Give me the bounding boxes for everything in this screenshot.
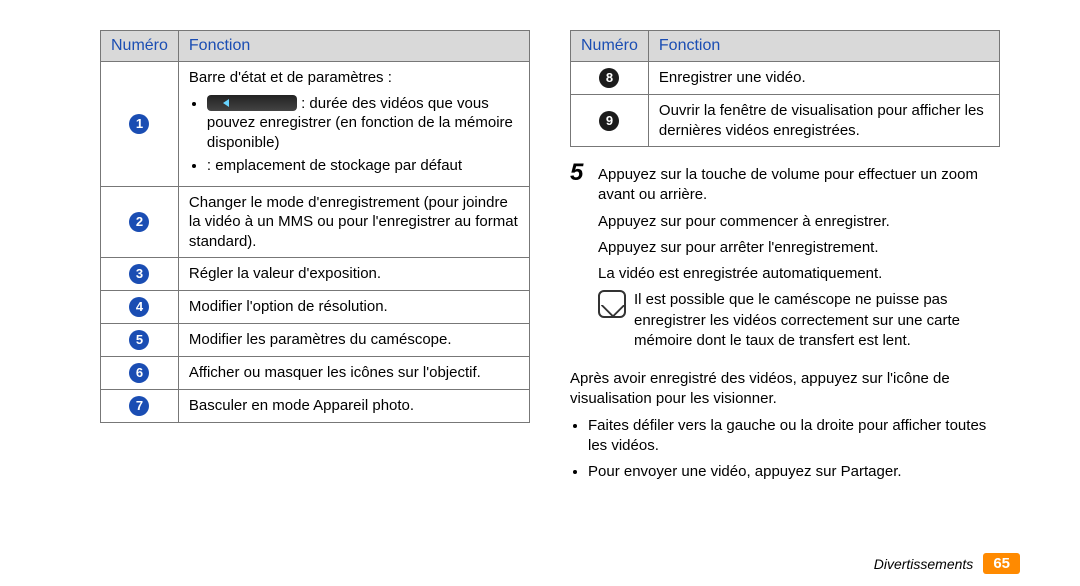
number-badge-8: 8 xyxy=(599,68,619,88)
note-text: Il est possible que le caméscope ne puis… xyxy=(634,290,1000,351)
number-badge-4: 4 xyxy=(129,297,149,317)
row8-text: Enregistrer une vidéo. xyxy=(648,62,999,95)
step5-line2: Appuyez sur pour commencer à enregistrer… xyxy=(598,212,1000,232)
table-row: 1 Barre d'état et de paramètres : : duré… xyxy=(101,62,530,187)
row6-text: Afficher ou masquer les icônes sur l'obj… xyxy=(178,357,529,390)
after-intro: Après avoir enregistré des vidéos, appuy… xyxy=(570,369,1000,410)
functions-table-left: Numéro Fonction 1 Barre d'état et de par… xyxy=(100,30,530,423)
header-fonction-r: Fonction xyxy=(648,31,999,62)
number-badge-6: 6 xyxy=(129,363,149,383)
table-row: 2 Changer le mode d'enregistrement (pour… xyxy=(101,186,530,258)
number-badge-3: 3 xyxy=(129,264,149,284)
after-bullet-2: Pour envoyer une vidéo, appuyez sur Part… xyxy=(588,462,1000,482)
row2-text: Changer le mode d'enregistrement (pour j… xyxy=(178,186,529,258)
page-footer: Divertissements 65 xyxy=(874,553,1020,574)
table-row: 5 Modifier les paramètres du caméscope. xyxy=(101,324,530,357)
row1-title: Barre d'état et de paramètres : xyxy=(189,69,392,86)
recording-duration-icon xyxy=(207,95,297,111)
header-fonction: Fonction xyxy=(178,31,529,62)
table-row: 3 Régler la valeur d'exposition. xyxy=(101,258,530,291)
section-name: Divertissements xyxy=(874,556,974,572)
number-badge-7: 7 xyxy=(129,396,149,416)
number-badge-2: 2 xyxy=(129,212,149,232)
note-block: Il est possible que le caméscope ne puis… xyxy=(598,290,1000,351)
number-badge-9: 9 xyxy=(599,111,619,131)
step5-line3: Appuyez sur pour arrêter l'enregistremen… xyxy=(598,238,1000,258)
step5-line4: La vidéo est enregistrée automatiquement… xyxy=(598,264,1000,284)
table-row: 4 Modifier l'option de résolution. xyxy=(101,291,530,324)
after-bullet-1: Faites défiler vers la gauche ou la droi… xyxy=(588,416,1000,457)
row4-text: Modifier l'option de résolution. xyxy=(178,291,529,324)
table-row: 6 Afficher ou masquer les icônes sur l'o… xyxy=(101,357,530,390)
row3-text: Régler la valeur d'exposition. xyxy=(178,258,529,291)
step5-line1: Appuyez sur la touche de volume pour eff… xyxy=(598,165,1000,206)
left-column: Numéro Fonction 1 Barre d'état et de par… xyxy=(80,30,550,556)
table-row: 7 Basculer en mode Appareil photo. xyxy=(101,390,530,423)
number-badge-5: 5 xyxy=(129,330,149,350)
row7-text: Basculer en mode Appareil photo. xyxy=(178,390,529,423)
step-number: 5 xyxy=(570,159,598,351)
row9-text: Ouvrir la fenêtre de visualisation pour … xyxy=(648,95,999,147)
page-number: 65 xyxy=(983,553,1020,574)
functions-table-right: Numéro Fonction 8 Enregistrer une vidéo.… xyxy=(570,30,1000,147)
step-5: 5 Appuyez sur la touche de volume pour e… xyxy=(570,159,1000,351)
table-row: 8 Enregistrer une vidéo. xyxy=(571,62,1000,95)
row1-bullets: : durée des vidéos que vous pouvez enreg… xyxy=(189,92,519,176)
table-row: 9 Ouvrir la fenêtre de visualisation pou… xyxy=(571,95,1000,147)
note-icon xyxy=(598,290,626,318)
right-column: Numéro Fonction 8 Enregistrer une vidéo.… xyxy=(550,30,1020,556)
header-numero: Numéro xyxy=(101,31,179,62)
number-badge-1: 1 xyxy=(129,114,149,134)
row1-bullet-2: : emplacement de stockage par défaut xyxy=(207,157,462,174)
after-recording-block: Après avoir enregistré des vidéos, appuy… xyxy=(570,363,1000,488)
header-numero-r: Numéro xyxy=(571,31,649,62)
row5-text: Modifier les paramètres du caméscope. xyxy=(178,324,529,357)
